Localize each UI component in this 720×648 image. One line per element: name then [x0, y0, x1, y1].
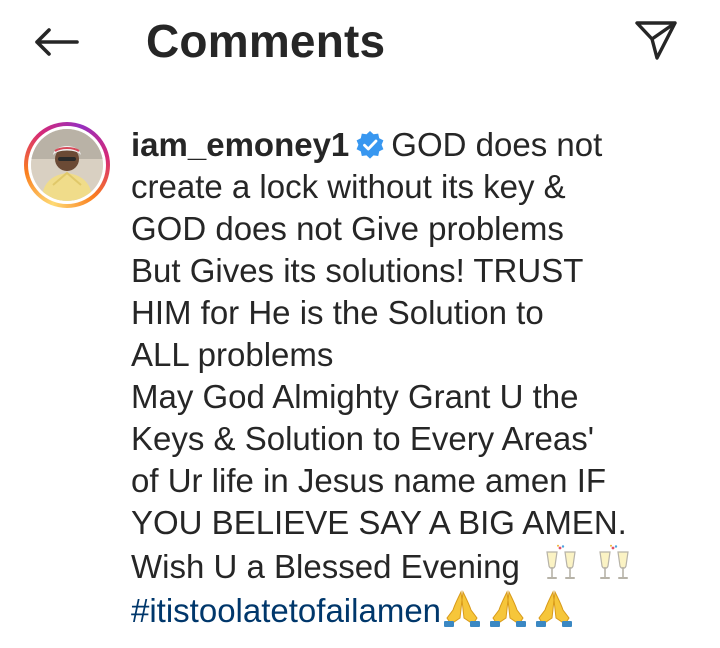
verified-badge-icon: [356, 131, 384, 159]
comment-text-line: Keys & Solution to Every Areas': [131, 420, 595, 457]
folded-hands-emoji: [490, 590, 527, 627]
paper-plane-icon: [635, 21, 677, 60]
page-title: Comments: [146, 15, 386, 67]
person-photo-icon: [31, 129, 103, 201]
folded-hands-emoji: [444, 590, 481, 627]
comment-body: iam_emoney1 GOD does not create a lock wi…: [131, 124, 711, 632]
back-button[interactable]: [28, 18, 84, 66]
comment-text-line: Wish U a Blessed Evening: [131, 548, 520, 585]
comment-text-line: ALL problems: [131, 336, 334, 373]
comment-text-line: GOD does not Give problems: [131, 210, 564, 247]
clinking-glasses-emoji: [599, 544, 629, 579]
hashtag-link[interactable]: #itistoolatetofailamen: [131, 592, 441, 629]
avatar-image: [31, 129, 103, 201]
comment-last-text-line: Wish U a Blessed Evening: [131, 544, 711, 588]
share-button[interactable]: [628, 14, 684, 66]
comment-first-line: iam_emoney1 GOD does not: [131, 124, 711, 166]
comment-text-line: GOD does not: [391, 126, 603, 163]
clinking-glasses-emoji: [546, 544, 576, 579]
comment-username[interactable]: iam_emoney1: [131, 126, 349, 163]
comment-hashtag-line: #itistoolatetofailamen: [131, 588, 711, 632]
comment-text-line: But Gives its solutions! TRUST: [131, 252, 584, 289]
comment-text-line: create a lock without its key &: [131, 168, 566, 205]
arrow-left-icon: [35, 28, 79, 56]
comment-text-line: May God Almighty Grant U the: [131, 378, 579, 415]
header-bar: Comments: [0, 0, 720, 84]
folded-hands-emoji: [536, 590, 573, 627]
comments-screen: Comments iam_emoney1 GOD does not create…: [0, 0, 720, 648]
comment-text-line: of Ur life in Jesus name amen IF: [131, 462, 607, 499]
comment-text-line: HIM for He is the Solution to: [131, 294, 544, 331]
comment-text-line: YOU BELIEVE SAY A BIG AMEN.: [131, 504, 627, 541]
avatar[interactable]: [24, 122, 110, 208]
